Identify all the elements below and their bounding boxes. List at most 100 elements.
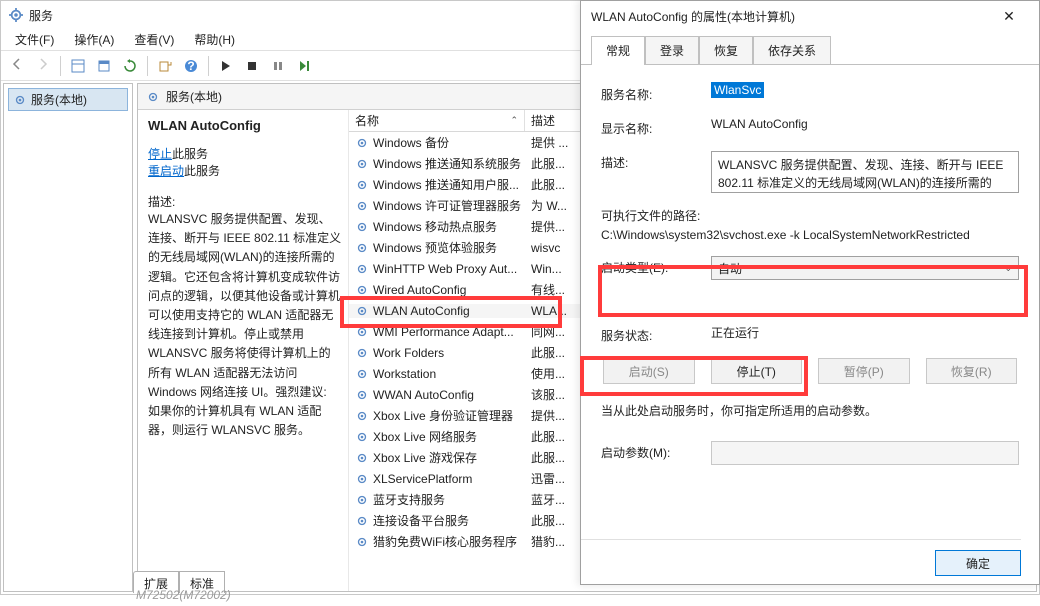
startup-type-select[interactable]: 自动 ⌄ [711, 256, 1019, 280]
gear-icon [355, 430, 369, 444]
back-button[interactable] [5, 54, 29, 78]
chevron-down-icon: ⌄ [1004, 263, 1012, 274]
gear-icon [355, 367, 369, 381]
restart-icon[interactable] [292, 54, 316, 78]
row-name: WLAN AutoConfig [373, 304, 470, 318]
tab-recovery[interactable]: 恢复 [699, 36, 753, 65]
menu-help[interactable]: 帮助(H) [186, 29, 243, 50]
svg-text:?: ? [187, 59, 194, 73]
gear-icon [355, 493, 369, 507]
gear-icon [355, 472, 369, 486]
tab-general[interactable]: 常规 [591, 36, 645, 65]
tab-logon[interactable]: 登录 [645, 36, 699, 65]
label-description: 描述: [601, 151, 711, 171]
stop-button[interactable]: 停止(T) [711, 358, 803, 384]
menu-view[interactable]: 查看(V) [126, 29, 182, 50]
stop-icon[interactable] [240, 54, 264, 78]
label-display-name: 显示名称: [601, 117, 711, 137]
row-name: WWAN AutoConfig [373, 388, 474, 402]
detail-links: 停止此服务 重启动此服务 [148, 145, 342, 179]
dialog-titlebar: WLAN AutoConfig 的属性(本地计算机) ✕ [581, 1, 1039, 31]
tree-pane: 服务(本地) [3, 83, 133, 592]
pause-icon[interactable] [266, 54, 290, 78]
row-name: 猎豹免费WiFi核心服务程序 [373, 533, 517, 550]
gear-icon [355, 409, 369, 423]
row-name: Xbox Live 身份验证管理器 [373, 407, 513, 424]
menu-file[interactable]: 文件(F) [7, 29, 62, 50]
gear-icon [355, 535, 369, 549]
detail-desc-label: 描述: [148, 193, 342, 210]
gear-icon [355, 199, 369, 213]
row-name: WMI Performance Adapt... [373, 325, 514, 339]
row-name: Windows 预览体验服务 [373, 239, 497, 256]
label-exe-path: 可执行文件的路径: [601, 207, 1019, 224]
col-header-name[interactable]: 名称⌃ [349, 110, 525, 131]
stop-link[interactable]: 停止 [148, 147, 172, 161]
detail-desc-text: WLANSVC 服务提供配置、发现、连接、断开与 IEEE 802.11 标准定… [148, 210, 342, 440]
detail-service-name: WLAN AutoConfig [148, 118, 342, 133]
gear-icon [13, 93, 27, 107]
gear-icon [355, 241, 369, 255]
label-status: 服务状态: [601, 324, 711, 344]
pause-button[interactable]: 暂停(P) [818, 358, 910, 384]
start-params-input[interactable] [711, 441, 1019, 465]
gear-icon [355, 136, 369, 150]
sort-chevron-icon: ⌃ [510, 115, 518, 126]
control-buttons: 启动(S) 停止(T) 暂停(P) 恢复(R) [601, 358, 1019, 384]
pane-header-label: 服务(本地) [166, 88, 222, 105]
dialog-footer: 确定 [581, 539, 1021, 576]
value-exe-path: C:\Windows\system32\svchost.exe -k Local… [601, 228, 1019, 242]
gear-icon [355, 346, 369, 360]
footer-note: M72502(M72002) [136, 588, 231, 602]
start-note: 当从此处启动服务时，你可指定所适用的启动参数。 [601, 402, 1019, 419]
row-name: Windows 许可证管理器服务 [373, 197, 521, 214]
row-name: WinHTTP Web Proxy Aut... [373, 262, 517, 276]
value-description[interactable]: WLANSVC 服务提供配置、发现、连接、断开与 IEEE 802.11 标准定… [711, 151, 1019, 193]
close-button[interactable]: ✕ [989, 2, 1029, 30]
label-start-params: 启动参数(M): [601, 441, 711, 461]
value-service-name[interactable]: WlanSvc [711, 82, 764, 98]
tree-root-item[interactable]: 服务(本地) [8, 88, 128, 111]
restart-link[interactable]: 重启动 [148, 164, 184, 178]
export-button[interactable] [153, 54, 177, 78]
properties-dialog: WLAN AutoConfig 的属性(本地计算机) ✕ 常规 登录 恢复 依存… [580, 0, 1040, 585]
menu-action[interactable]: 操作(A) [66, 29, 122, 50]
tree-root-label: 服务(本地) [31, 91, 87, 108]
row-name: Workstation [373, 367, 436, 381]
tab-dependencies[interactable]: 依存关系 [753, 36, 831, 65]
gear-icon [355, 514, 369, 528]
gear-icon [355, 388, 369, 402]
startup-type-value: 自动 [718, 260, 742, 277]
value-display-name: WLAN AutoConfig [711, 117, 1019, 131]
detail-column: WLAN AutoConfig 停止此服务 重启动此服务 描述: WLANSVC… [138, 110, 348, 591]
details-view-button[interactable] [66, 54, 90, 78]
label-startup-type: 启动类型(E): [601, 256, 711, 276]
row-name: Xbox Live 网络服务 [373, 428, 477, 445]
row-name: 蓝牙支持服务 [373, 491, 445, 508]
row-name: XLServicePlatform [373, 472, 472, 486]
row-name: Wired AutoConfig [373, 283, 466, 297]
gear-icon [355, 325, 369, 339]
value-status: 正在运行 [711, 324, 1019, 341]
ok-button[interactable]: 确定 [935, 550, 1021, 576]
services-icon [9, 8, 23, 22]
play-icon[interactable] [214, 54, 238, 78]
gear-icon [355, 178, 369, 192]
gear-icon [355, 283, 369, 297]
help-icon[interactable]: ? [179, 54, 203, 78]
gear-icon [355, 262, 369, 276]
properties-button[interactable] [92, 54, 116, 78]
dialog-body: 服务名称: WlanSvc 显示名称: WLAN AutoConfig 描述: … [581, 65, 1039, 465]
refresh-button[interactable] [118, 54, 142, 78]
row-name: Xbox Live 游戏保存 [373, 449, 477, 466]
dialog-tabs: 常规 登录 恢复 依存关系 [581, 35, 1039, 65]
start-button[interactable]: 启动(S) [603, 358, 695, 384]
dialog-title: WLAN AutoConfig 的属性(本地计算机) [591, 8, 795, 25]
forward-button[interactable] [31, 54, 55, 78]
label-service-name: 服务名称: [601, 83, 711, 103]
resume-button[interactable]: 恢复(R) [926, 358, 1018, 384]
window-title: 服务 [29, 7, 53, 24]
row-name: Windows 推送通知用户服... [373, 176, 519, 193]
gear-icon [146, 90, 160, 104]
restart-suffix: 此服务 [184, 164, 220, 178]
